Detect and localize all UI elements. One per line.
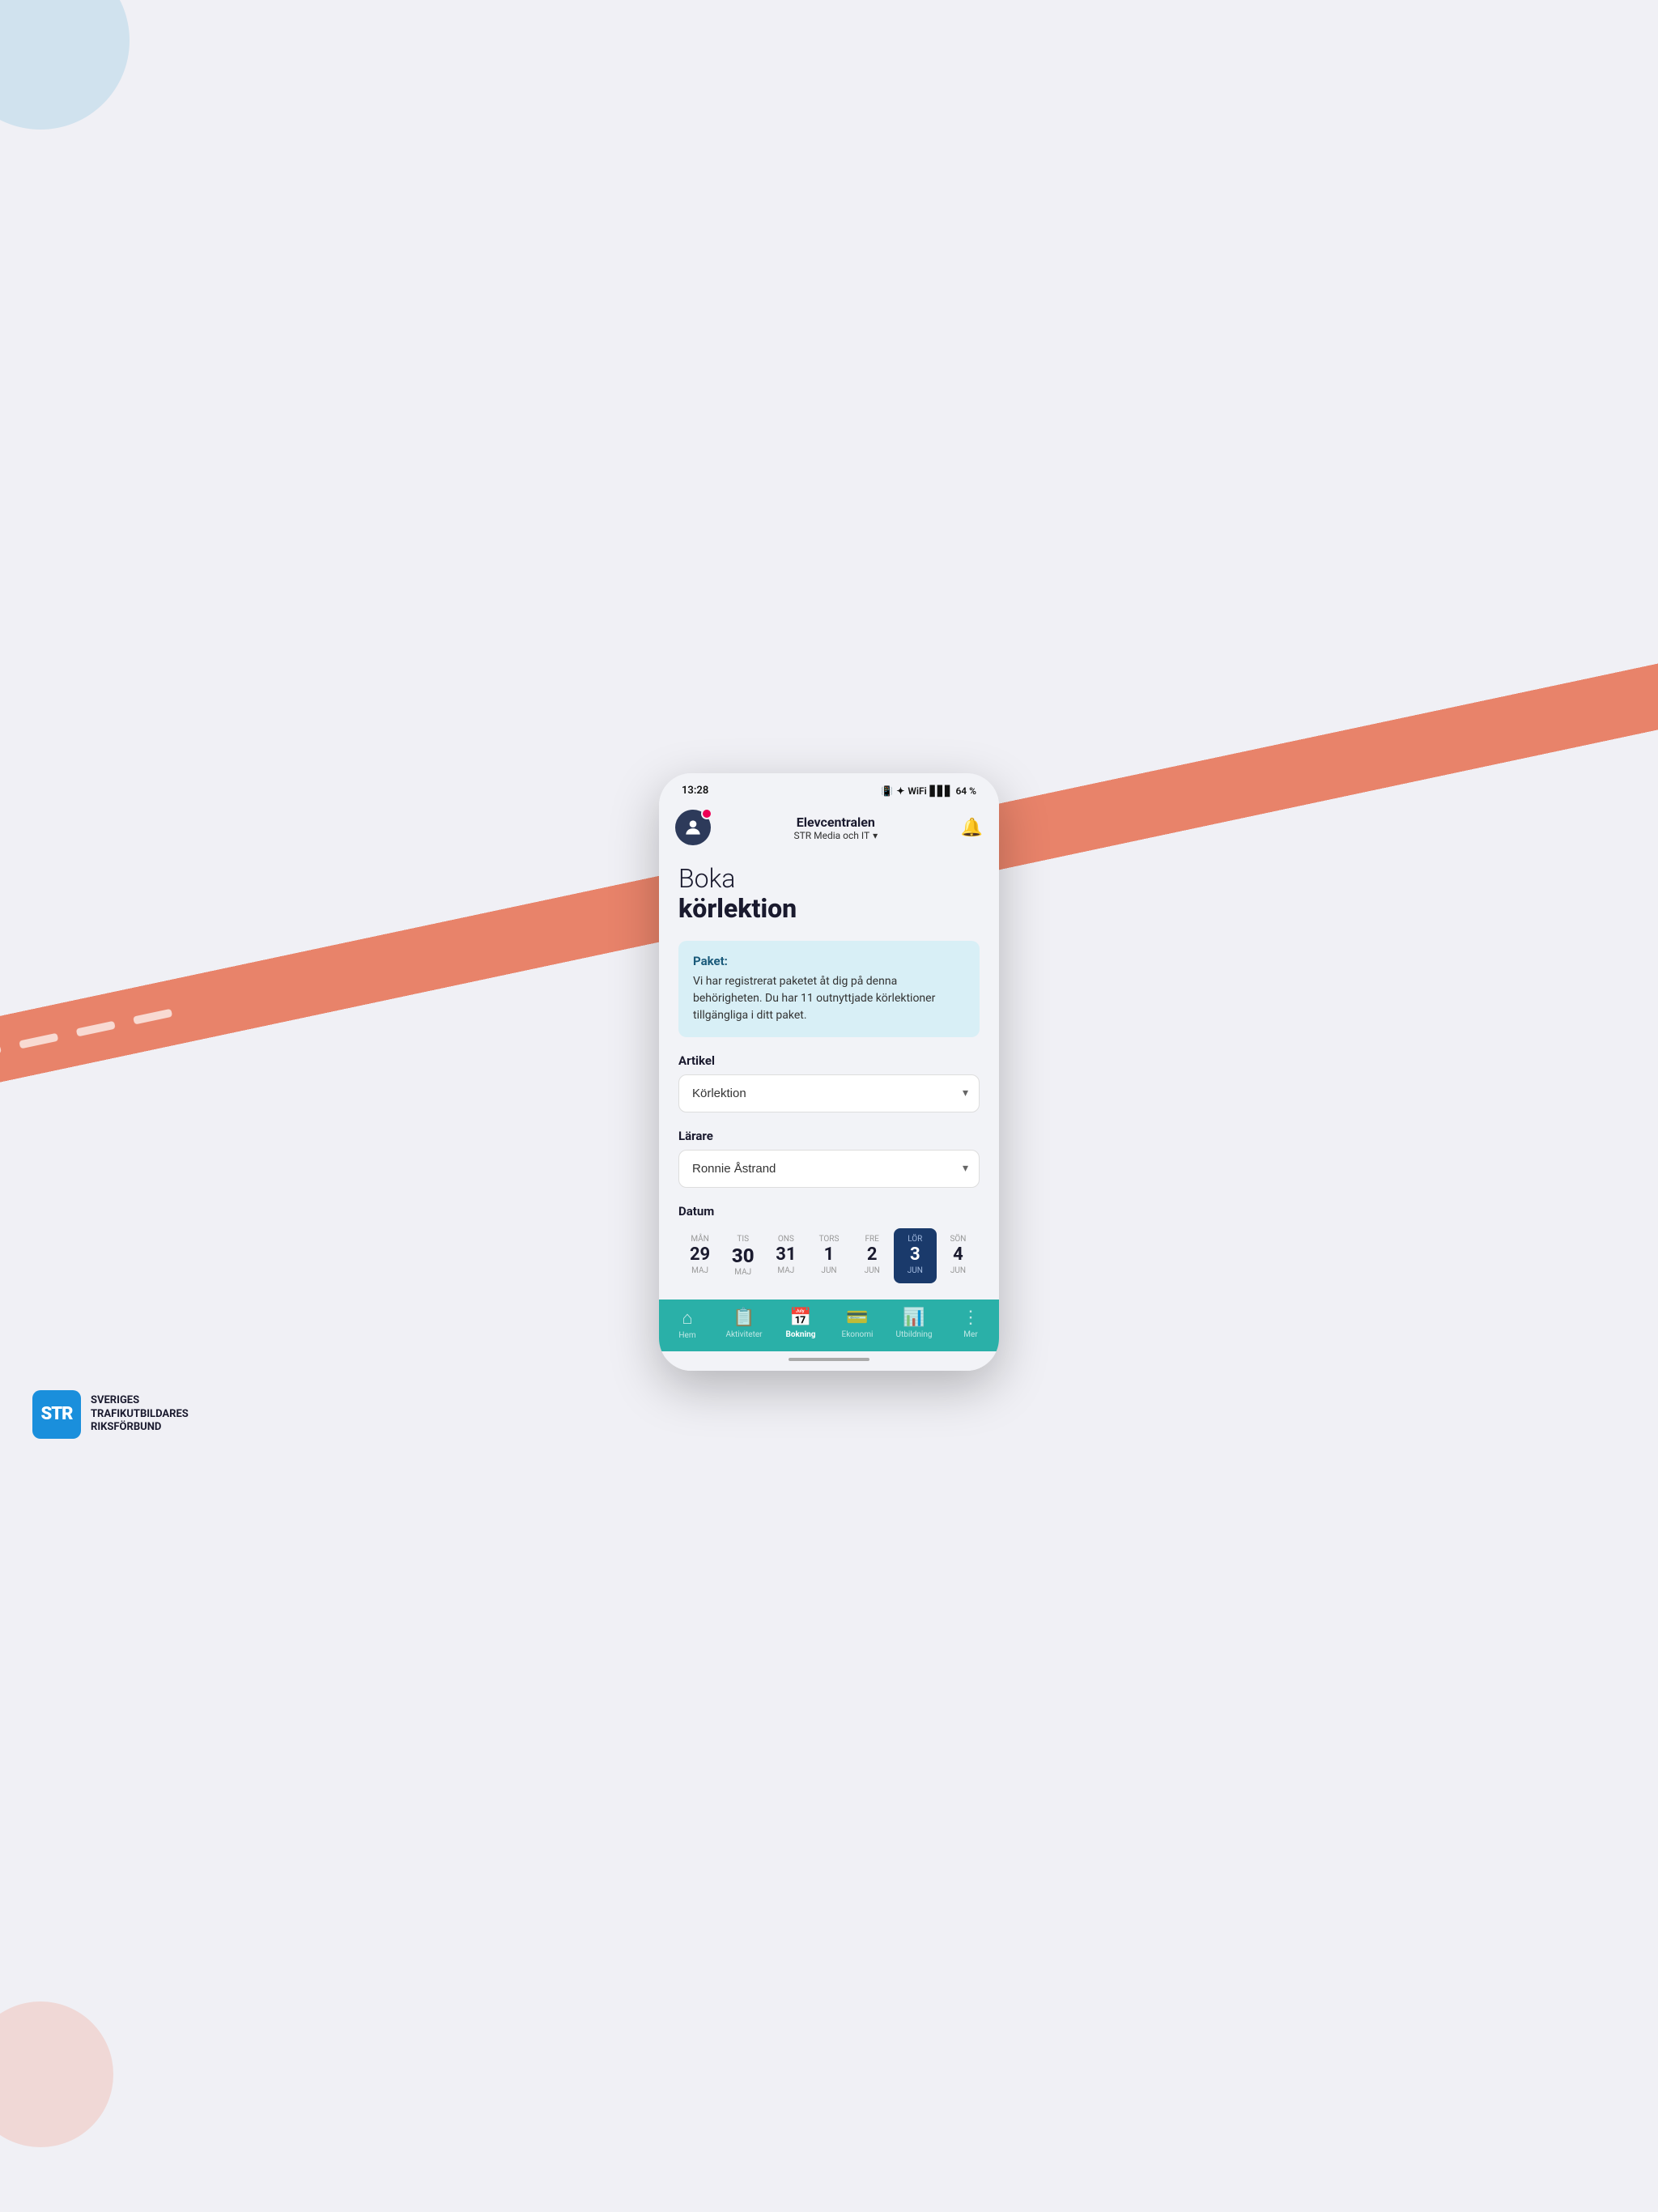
date-month: JUN bbox=[865, 1266, 880, 1275]
nav-item-hem[interactable]: ⌂ Hem bbox=[659, 1308, 716, 1340]
info-box-text: Vi har registrerat paketet åt dig på den… bbox=[693, 973, 965, 1024]
date-day-name: ONS bbox=[778, 1235, 794, 1244]
date-cell-lör[interactable]: LÖR 3 JUN bbox=[894, 1228, 937, 1283]
date-number: 31 bbox=[776, 1245, 796, 1265]
larare-select-wrapper: Ronnie Åstrand ▾ bbox=[678, 1150, 980, 1188]
phone-frame: 13:28 📳 ✦ WiFi ▋▋▋ 64 % Elevcentralen ST… bbox=[659, 773, 999, 1371]
avatar-container[interactable] bbox=[675, 810, 711, 845]
date-cell-sön[interactable]: SÖN 4 JUN bbox=[937, 1228, 980, 1283]
notification-bell-icon[interactable]: 🔔 bbox=[961, 818, 983, 838]
date-day-name: TORS bbox=[819, 1235, 840, 1244]
signal-icon: ▋▋▋ bbox=[930, 785, 953, 797]
battery-icon: 64 % bbox=[955, 785, 976, 797]
date-month: MAJ bbox=[734, 1268, 751, 1277]
bluetooth-icon: ✦ bbox=[896, 785, 904, 797]
date-cell-tis[interactable]: TIS 30 MAJ bbox=[721, 1228, 764, 1283]
status-time: 13:28 bbox=[682, 785, 708, 797]
datum-label: Datum bbox=[678, 1204, 980, 1219]
nav-item-utbildning[interactable]: 📊 Utbildning bbox=[886, 1308, 942, 1339]
nav-icon-bokning: 📅 bbox=[789, 1308, 811, 1328]
nav-label-ekonomi: Ekonomi bbox=[842, 1330, 874, 1339]
info-box-title: Paket: bbox=[693, 954, 965, 968]
nav-label-mer: Mer bbox=[963, 1330, 977, 1339]
datum-section: Datum MÅN 29 MAJ TIS 30 MAJ ONS 31 MAJ T… bbox=[678, 1204, 980, 1283]
date-cell-tors[interactable]: TORS 1 JUN bbox=[807, 1228, 850, 1283]
larare-label: Lärare bbox=[678, 1129, 980, 1143]
artikel-field-group: Artikel Körlektion ▾ bbox=[678, 1053, 980, 1112]
nav-center: Elevcentralen STR Media och IT ▾ bbox=[793, 815, 878, 841]
road-dash bbox=[0, 1045, 1, 1061]
artikel-select[interactable]: Körlektion bbox=[678, 1074, 980, 1112]
date-day-name: SÖN bbox=[950, 1235, 966, 1244]
date-cell-mån[interactable]: MÅN 29 MAJ bbox=[678, 1228, 721, 1283]
str-logo-box: STR bbox=[32, 1390, 81, 1439]
info-box: Paket: Vi har registrerat paketet åt dig… bbox=[678, 941, 980, 1037]
str-line3: RIKSFÖRBUND bbox=[91, 1421, 189, 1435]
date-cell-fre[interactable]: FRE 2 JUN bbox=[851, 1228, 894, 1283]
str-line1: SVERIGES bbox=[91, 1394, 189, 1408]
bg-decoration-circle-top bbox=[0, 0, 130, 130]
nav-item-aktiviteter[interactable]: 📋 Aktiviteter bbox=[716, 1308, 772, 1339]
larare-select[interactable]: Ronnie Åstrand bbox=[678, 1150, 980, 1188]
date-day-name: LÖR bbox=[908, 1235, 922, 1244]
nav-icon-ekonomi: 💳 bbox=[846, 1308, 868, 1328]
status-bar: 13:28 📳 ✦ WiFi ▋▋▋ 64 % bbox=[659, 773, 999, 803]
top-nav: Elevcentralen STR Media och IT ▾ 🔔 bbox=[659, 803, 999, 849]
nav-icon-mer: ⋮ bbox=[962, 1308, 980, 1328]
home-indicator bbox=[659, 1351, 999, 1371]
date-number: 4 bbox=[953, 1245, 963, 1265]
date-number: 30 bbox=[732, 1245, 755, 1266]
date-number: 3 bbox=[910, 1245, 920, 1265]
status-icons: 📳 ✦ WiFi ▋▋▋ 64 % bbox=[881, 785, 976, 797]
road-dash bbox=[132, 1009, 172, 1025]
date-day-name: FRE bbox=[865, 1235, 878, 1244]
date-month: JUN bbox=[821, 1266, 836, 1275]
vibrate-icon: 📳 bbox=[881, 785, 893, 797]
date-number: 29 bbox=[690, 1245, 710, 1265]
nav-label-bokning: Bokning bbox=[786, 1330, 816, 1339]
bg-decoration-circle-bottom bbox=[0, 2001, 113, 2147]
date-day-name: TIS bbox=[737, 1235, 749, 1244]
artikel-label: Artikel bbox=[678, 1053, 980, 1068]
larare-field-group: Lärare Ronnie Åstrand ▾ bbox=[678, 1129, 980, 1188]
nav-label-hem: Hem bbox=[678, 1331, 695, 1340]
date-month: MAJ bbox=[691, 1266, 708, 1275]
page-title: Boka körlektion bbox=[678, 865, 980, 925]
nav-label-utbildning: Utbildning bbox=[896, 1330, 933, 1339]
chevron-down-icon: ▾ bbox=[873, 830, 878, 841]
road-dash bbox=[75, 1021, 115, 1037]
nav-item-bokning[interactable]: 📅 Bokning bbox=[772, 1308, 829, 1339]
str-logo-container: STR SVERIGES TRAFIKUTBILDARES RIKSFÖRBUN… bbox=[32, 1390, 189, 1439]
subtitle-text: STR Media och IT bbox=[793, 830, 869, 841]
nav-item-ekonomi[interactable]: 💳 Ekonomi bbox=[829, 1308, 886, 1339]
main-content: Boka körlektion Paket: Vi har registrera… bbox=[659, 849, 999, 1300]
date-cell-ons[interactable]: ONS 31 MAJ bbox=[764, 1228, 807, 1283]
page-title-bold: körlektion bbox=[678, 893, 980, 924]
bottom-nav: ⌂ Hem 📋 Aktiviteter 📅 Bokning 💳 Ekonomi … bbox=[659, 1300, 999, 1351]
nav-item-mer[interactable]: ⋮ Mer bbox=[942, 1308, 999, 1339]
nav-icon-utbildning: 📊 bbox=[903, 1308, 925, 1328]
date-day-name: MÅN bbox=[691, 1235, 708, 1244]
date-month: JUN bbox=[908, 1266, 923, 1275]
date-month: MAJ bbox=[777, 1266, 794, 1275]
date-number: 2 bbox=[867, 1245, 878, 1265]
str-logo-description: SVERIGES TRAFIKUTBILDARES RIKSFÖRBUND bbox=[91, 1394, 189, 1436]
road-dash bbox=[19, 1033, 58, 1049]
nav-icon-hem: ⌂ bbox=[682, 1308, 692, 1329]
artikel-select-wrapper: Körlektion ▾ bbox=[678, 1074, 980, 1112]
wifi-icon: WiFi bbox=[908, 785, 926, 797]
date-month: JUN bbox=[950, 1266, 966, 1275]
str-logo-text: STR bbox=[40, 1404, 72, 1424]
nav-label-aktiviteter: Aktiviteter bbox=[725, 1330, 762, 1339]
date-number: 1 bbox=[824, 1245, 835, 1265]
page-title-light: Boka bbox=[678, 865, 980, 893]
app-name: Elevcentralen bbox=[797, 815, 875, 830]
nav-icon-aktiviteter: 📋 bbox=[733, 1308, 755, 1328]
notification-badge bbox=[701, 808, 712, 819]
nav-subtitle-row[interactable]: STR Media och IT ▾ bbox=[793, 830, 878, 841]
str-line2: TRAFIKUTBILDARES bbox=[91, 1408, 189, 1422]
date-row: MÅN 29 MAJ TIS 30 MAJ ONS 31 MAJ TORS 1 … bbox=[678, 1228, 980, 1283]
home-bar bbox=[789, 1358, 869, 1361]
